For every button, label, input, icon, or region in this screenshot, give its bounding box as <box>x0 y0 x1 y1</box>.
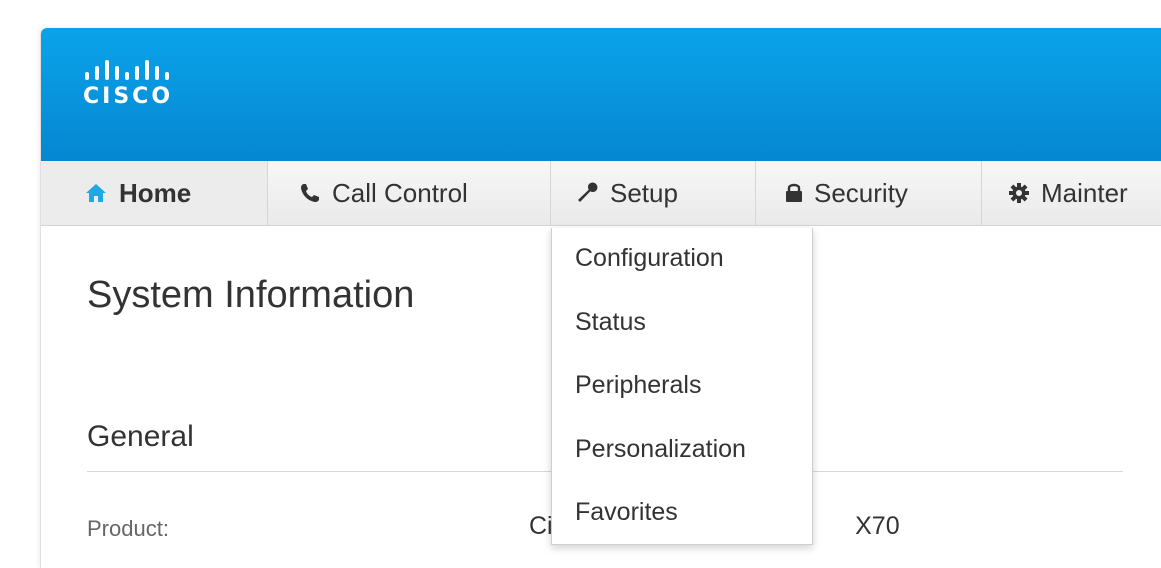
tab-home[interactable]: Home <box>41 161 268 225</box>
phone-icon <box>300 183 320 203</box>
tab-label: Security <box>814 177 908 208</box>
lock-icon <box>786 183 802 203</box>
tab-call-control[interactable]: Call Control <box>268 161 551 225</box>
tab-label: Call Control <box>332 177 468 208</box>
gear-icon <box>1009 183 1029 203</box>
menu-item-peripherals[interactable]: Peripherals <box>575 371 701 400</box>
page-title: System Information <box>87 274 415 316</box>
cisco-logo[interactable]: CISCO <box>83 60 193 108</box>
tab-label: Mainter <box>1041 177 1128 208</box>
cisco-bars-icon <box>85 60 169 80</box>
tab-maintenance[interactable]: Mainter <box>982 161 1161 225</box>
wrench-icon <box>576 182 598 204</box>
home-icon <box>85 183 107 203</box>
setup-dropdown-menu: Configuration Status Peripherals Persona… <box>551 228 813 545</box>
menu-item-configuration[interactable]: Configuration <box>575 244 724 273</box>
tab-setup[interactable]: Setup <box>551 161 756 225</box>
menu-item-personalization[interactable]: Personalization <box>575 435 746 464</box>
section-title-general: General <box>87 420 194 453</box>
logo-text: CISCO <box>83 84 174 109</box>
menu-item-favorites[interactable]: Favorites <box>575 498 678 527</box>
main-nav: Home Call Control Setup Security Mainter <box>41 161 1161 226</box>
header-bar: CISCO <box>41 28 1161 161</box>
tab-security[interactable]: Security <box>756 161 982 225</box>
tab-label: Home <box>119 177 192 208</box>
product-label: Product: <box>87 516 169 541</box>
menu-item-status[interactable]: Status <box>575 308 646 337</box>
product-value-end: X70 <box>855 512 900 540</box>
tab-label: Setup <box>610 177 678 208</box>
